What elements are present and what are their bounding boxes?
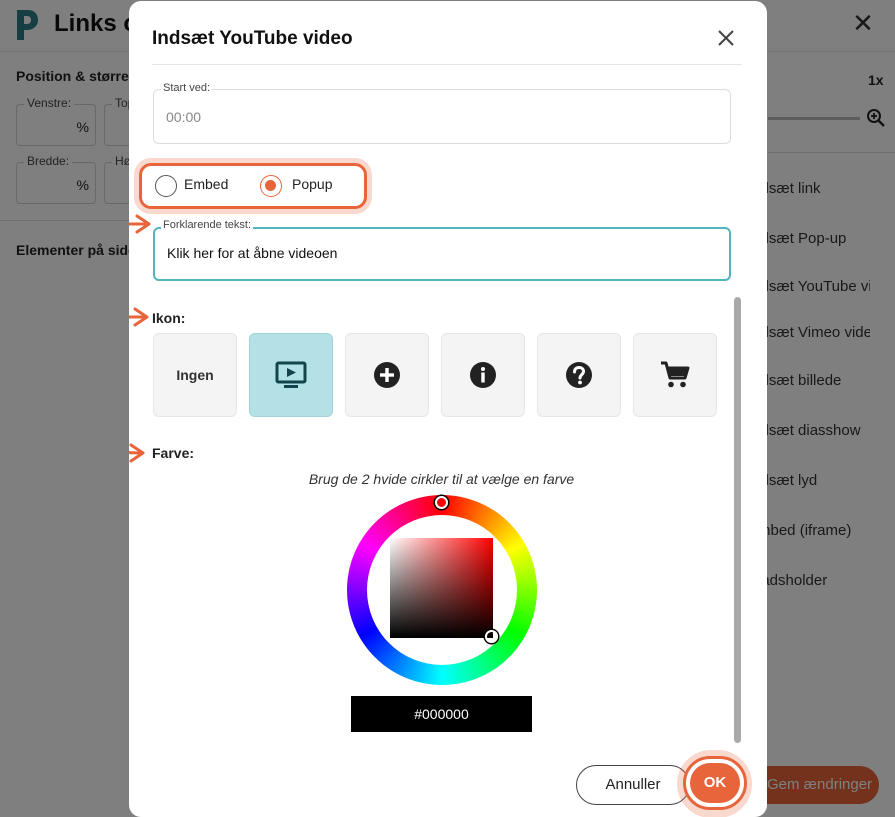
annotation-arrow-icon: [129, 307, 149, 327]
icon-section-title: Ikon:: [152, 310, 186, 326]
tv-play-icon: [275, 361, 307, 388]
divider: [152, 64, 742, 65]
ok-button[interactable]: OK: [683, 756, 747, 810]
color-handle[interactable]: [485, 630, 498, 643]
embed-radio[interactable]: [155, 175, 177, 197]
close-icon[interactable]: [715, 27, 737, 49]
icon-option-none[interactable]: Ingen: [153, 333, 237, 417]
color-hex-value[interactable]: #000000: [351, 696, 532, 732]
start-time-field[interactable]: 00:00: [153, 89, 731, 144]
explanatory-text-input[interactable]: Klik her for at åbne videoen: [167, 245, 337, 261]
cancel-button[interactable]: Annuller: [576, 765, 690, 805]
saturation-value-square[interactable]: [390, 538, 493, 638]
shopping-cart-icon: [661, 361, 690, 388]
icon-option-none-label: Ingen: [176, 367, 214, 383]
dialog-title: Indsæt YouTube video: [152, 28, 353, 49]
popup-radio[interactable]: [260, 175, 282, 197]
explanatory-text-field[interactable]: Klik her for at åbne videoen: [153, 227, 731, 281]
color-section-title: Farve:: [152, 445, 195, 461]
icon-option-cart[interactable]: [633, 333, 717, 417]
icon-option-question[interactable]: [537, 333, 621, 417]
annotation-arrow-icon: [129, 443, 145, 463]
info-circle-icon: [470, 362, 496, 388]
plus-circle-icon: [374, 362, 400, 388]
hue-handle[interactable]: [435, 496, 448, 509]
display-mode-group: Embed Popup: [139, 163, 367, 209]
scrollbar[interactable]: [734, 297, 741, 743]
start-time-input[interactable]: 00:00: [166, 109, 201, 125]
question-circle-icon: [566, 362, 592, 388]
youtube-dialog: Indsæt YouTube video 00:00 Start ved: Em…: [129, 1, 767, 817]
color-hint: Brug de 2 hvide cirkler til at vælge en …: [308, 471, 575, 487]
icon-option-plus[interactable]: [345, 333, 429, 417]
explanatory-text-label: Forklarende tekst:: [161, 219, 254, 231]
icon-option-tv[interactable]: [249, 333, 333, 417]
icon-option-info[interactable]: [441, 333, 525, 417]
embed-label: Embed: [184, 176, 229, 192]
ok-button-label: OK: [690, 763, 740, 803]
popup-label: Popup: [292, 176, 333, 192]
start-time-label: Start ved:: [161, 82, 213, 94]
annotation-arrow-icon: [129, 214, 151, 234]
